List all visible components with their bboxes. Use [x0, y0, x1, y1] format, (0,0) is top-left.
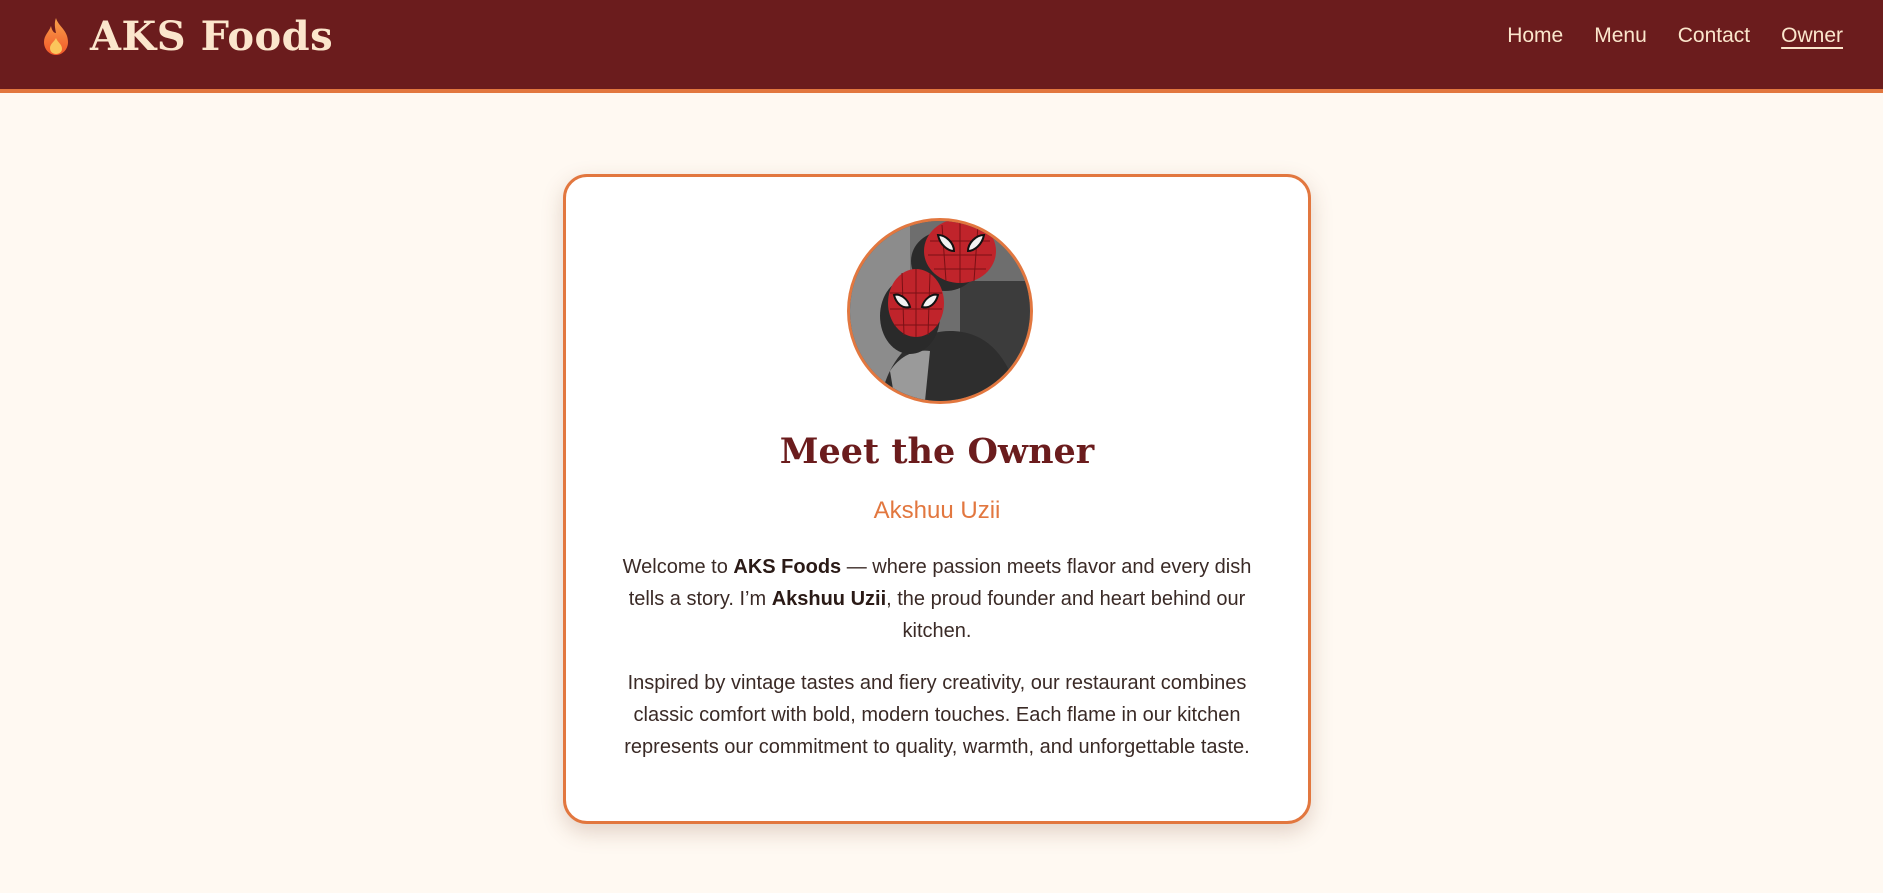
intro-paragraph: Welcome to AKS Foods — where passion mee… — [621, 551, 1253, 647]
flame-icon — [44, 18, 68, 55]
intro-text-pre: Welcome to — [622, 556, 734, 578]
main-nav: Home Menu Contact Owner — [1507, 24, 1843, 48]
owner-photo-image — [850, 221, 1030, 401]
intro-brand: AKS Foods — [733, 556, 842, 578]
intro-text-post: , the proud founder and heart behind our… — [886, 588, 1246, 642]
owner-avatar — [847, 218, 1033, 404]
brand[interactable]: AKS Foods — [40, 12, 334, 60]
nav-contact[interactable]: Contact — [1678, 24, 1750, 48]
site-header: AKS Foods Home Menu Contact Owner — [0, 0, 1883, 93]
owner-card: Meet the Owner Akshuu Uzii Welcome to AK… — [563, 174, 1311, 824]
owner-name: Akshuu Uzii — [873, 497, 1001, 524]
nav-owner[interactable]: Owner — [1781, 24, 1843, 48]
nav-home[interactable]: Home — [1507, 24, 1563, 48]
brand-name: AKS Foods — [90, 12, 334, 60]
intro-owner-name: Akshuu Uzii — [771, 588, 887, 610]
page-title: Meet the Owner — [779, 431, 1095, 472]
story-paragraph: Inspired by vintage tastes and fiery cre… — [624, 672, 1250, 758]
nav-menu[interactable]: Menu — [1594, 24, 1647, 48]
